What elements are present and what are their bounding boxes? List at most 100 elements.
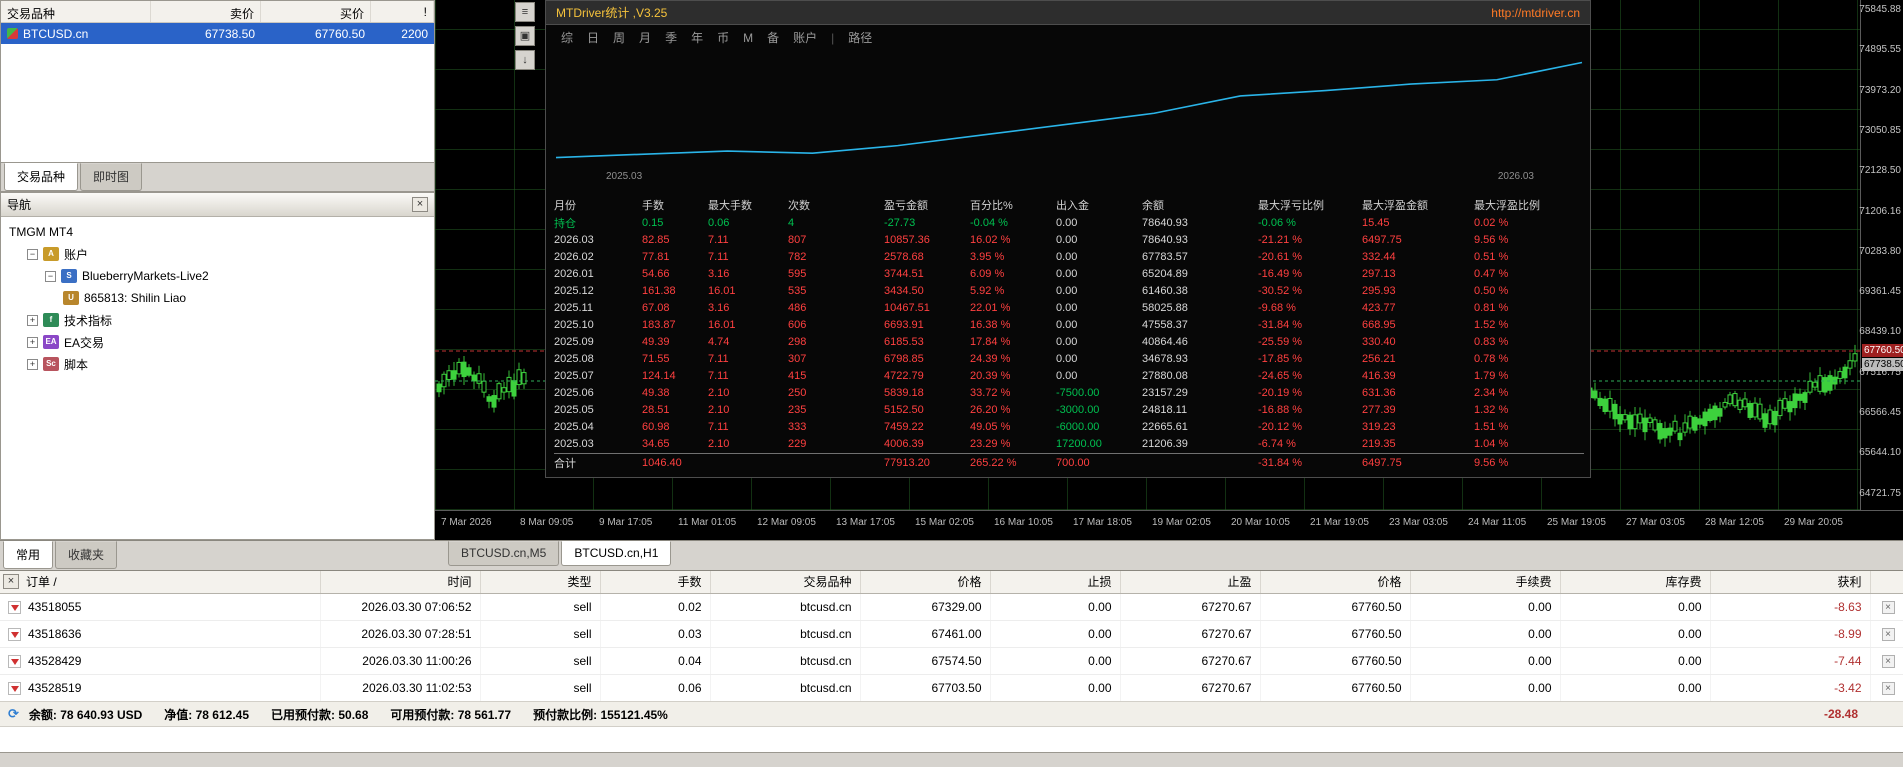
chart-window[interactable]: 67760.50 67738.50 75845.8874895.5573973.… <box>435 0 1903 540</box>
orders-col-0[interactable]: 订单 / <box>0 571 320 593</box>
tree-item-root[interactable]: TMGM MT4 <box>1 221 434 243</box>
stats-cell: 16.01 <box>708 319 788 331</box>
stats-url-link[interactable]: http://mtdriver.cn <box>1491 6 1580 20</box>
orders-col-12[interactable] <box>1870 571 1903 593</box>
stats-cell: 782 <box>788 251 884 263</box>
expand-icon[interactable]: + <box>27 337 38 348</box>
orders-col-2[interactable]: 类型 <box>480 571 600 593</box>
order-cell: sell <box>480 593 600 620</box>
tree-item-server[interactable]: −SBlueberryMarkets-Live2 <box>1 265 434 287</box>
close-terminal-button[interactable]: × <box>3 574 19 589</box>
expand-icon[interactable]: + <box>27 359 38 370</box>
orders-col-1[interactable]: 时间 <box>320 571 480 593</box>
close-order-cell[interactable]: × <box>1870 674 1903 701</box>
stat-panel-collapse-button[interactable]: ↓ <box>515 50 535 70</box>
stats-cell: 0.47 % <box>1474 268 1584 280</box>
stats-menu-item-2[interactable]: 周 <box>613 29 625 46</box>
orders-col-8[interactable]: 价格 <box>1260 571 1410 593</box>
order-id-cell: 43528519 <box>0 674 320 701</box>
navigator-panel: 导航 × TMGM MT4−A账户−SBlueberryMarkets-Live… <box>0 192 435 540</box>
stat-panel-menu-button[interactable]: ≡ <box>515 2 535 22</box>
collapse-icon[interactable]: − <box>27 249 38 260</box>
close-order-button[interactable]: × <box>1882 628 1895 641</box>
mtdriver-stats-panel: MTDriver统计 ,V3.25 http://mtdriver.cn 综日周… <box>545 0 1591 478</box>
orders-col-11[interactable]: 获利 <box>1710 571 1870 593</box>
stats-cell: 2025.07 <box>554 370 642 382</box>
market-watch-row-btcusd[interactable]: BTCUSD.cn 67738.50 67760.50 2200 <box>1 23 434 44</box>
stats-menu-item-1[interactable]: 日 <box>587 29 599 46</box>
server-icon: S <box>61 269 77 283</box>
stats-cell: 82.85 <box>642 234 708 246</box>
stats-cell: -7500.00 <box>1056 387 1142 399</box>
stats-menu-item-6[interactable]: 币 <box>717 29 729 46</box>
stats-cell: 416.39 <box>1362 370 1474 382</box>
order-row-43528519[interactable]: 435285192026.03.30 11:02:53sell0.06btcus… <box>0 674 1903 701</box>
stat-panel-restore-button[interactable]: ▣ <box>515 26 535 46</box>
tab-symbols[interactable]: 交易品种 <box>4 163 78 191</box>
stats-cell: 2025.12 <box>554 285 642 297</box>
ea-icon: EA <box>43 335 59 349</box>
graph-end-label: 2026.03 <box>1498 171 1534 182</box>
close-order-cell[interactable]: × <box>1870 620 1903 647</box>
tab-common[interactable]: 常用 <box>3 541 53 569</box>
stats-cell: 124.14 <box>642 370 708 382</box>
order-cell: 0.00 <box>1560 620 1710 647</box>
stats-cell: 219.35 <box>1362 438 1474 450</box>
col-ask[interactable]: 买价 <box>261 1 371 22</box>
stats-menu-item-8[interactable]: 备 <box>767 29 779 46</box>
close-navigator-button[interactable]: × <box>412 197 428 212</box>
stats-cell: -0.06 % <box>1258 217 1362 229</box>
stats-menu-item-9[interactable]: 账户 <box>793 29 817 46</box>
orders-col-5[interactable]: 价格 <box>860 571 990 593</box>
orders-col-7[interactable]: 止盈 <box>1120 571 1260 593</box>
stats-menu-item-7[interactable]: M <box>743 31 753 45</box>
stats-cell: 161.38 <box>642 285 708 297</box>
stats-col-header-1: 手数 <box>642 197 708 213</box>
stats-menu-item-4[interactable]: 季 <box>665 29 677 46</box>
close-order-cell[interactable]: × <box>1870 647 1903 674</box>
tree-item-experts[interactable]: +EAEA交易 <box>1 331 434 353</box>
time-scale[interactable]: 7 Mar 20268 Mar 09:059 Mar 17:0511 Mar 0… <box>435 510 1903 540</box>
tree-item-indicators[interactable]: +f技术指标 <box>1 309 434 331</box>
stats-menu-item-3[interactable]: 月 <box>639 29 651 46</box>
order-row-43528429[interactable]: 435284292026.03.30 11:00:26sell0.04btcus… <box>0 647 1903 674</box>
close-order-button[interactable]: × <box>1882 655 1895 668</box>
stats-cell: 65204.89 <box>1142 268 1258 280</box>
close-order-cell[interactable]: × <box>1870 593 1903 620</box>
stats-menu-item-path[interactable]: 路径 <box>848 29 872 46</box>
order-cell: 2026.03.30 11:00:26 <box>320 647 480 674</box>
order-id-cell: 43528429 <box>0 647 320 674</box>
col-spread[interactable]: ! <box>371 1 434 22</box>
order-cell: 0.00 <box>1410 620 1560 647</box>
stats-cell: 0.00 <box>1056 319 1142 331</box>
graph-start-label: 2025.03 <box>606 171 642 182</box>
price-tick: 75845.88 <box>1859 4 1901 15</box>
stats-cell: 7.11 <box>708 353 788 365</box>
chart-tab-h1[interactable]: BTCUSD.cn,H1 <box>561 541 671 566</box>
orders-col-6[interactable]: 止损 <box>990 571 1120 593</box>
orders-col-3[interactable]: 手数 <box>600 571 710 593</box>
chart-tab-m5[interactable]: BTCUSD.cn,M5 <box>448 541 559 566</box>
stats-cell: 23157.29 <box>1142 387 1258 399</box>
order-row-43518055[interactable]: 435180552026.03.30 07:06:52sell0.02btcus… <box>0 593 1903 620</box>
orders-col-4[interactable]: 交易品种 <box>710 571 860 593</box>
close-order-button[interactable]: × <box>1882 601 1895 614</box>
price-scale[interactable]: 67760.50 67738.50 75845.8874895.5573973.… <box>1860 0 1903 510</box>
orders-col-9[interactable]: 手续费 <box>1410 571 1560 593</box>
tree-item-scripts[interactable]: +Sc脚本 <box>1 353 434 375</box>
order-row-43518636[interactable]: 435186362026.03.30 07:28:51sell0.03btcus… <box>0 620 1903 647</box>
orders-col-10[interactable]: 库存费 <box>1560 571 1710 593</box>
stats-cell: 6497.75 <box>1362 234 1474 246</box>
tree-item-account[interactable]: U865813: Shilin Liao <box>1 287 434 309</box>
expand-icon[interactable]: + <box>27 315 38 326</box>
tab-tick-chart[interactable]: 即时图 <box>80 163 142 191</box>
balance-row: ⟳ 余额: 78 640.93 USD净值: 78 612.45已用预付款: 5… <box>0 701 1903 727</box>
collapse-icon[interactable]: − <box>45 271 56 282</box>
close-order-button[interactable]: × <box>1882 682 1895 695</box>
col-symbol[interactable]: 交易品种 <box>1 1 151 22</box>
stats-menu-item-0[interactable]: 综 <box>561 29 573 46</box>
col-bid[interactable]: 卖价 <box>151 1 261 22</box>
stats-menu-item-5[interactable]: 年 <box>691 29 703 46</box>
tree-item-accounts[interactable]: −A账户 <box>1 243 434 265</box>
tab-favorites[interactable]: 收藏夹 <box>55 541 117 569</box>
